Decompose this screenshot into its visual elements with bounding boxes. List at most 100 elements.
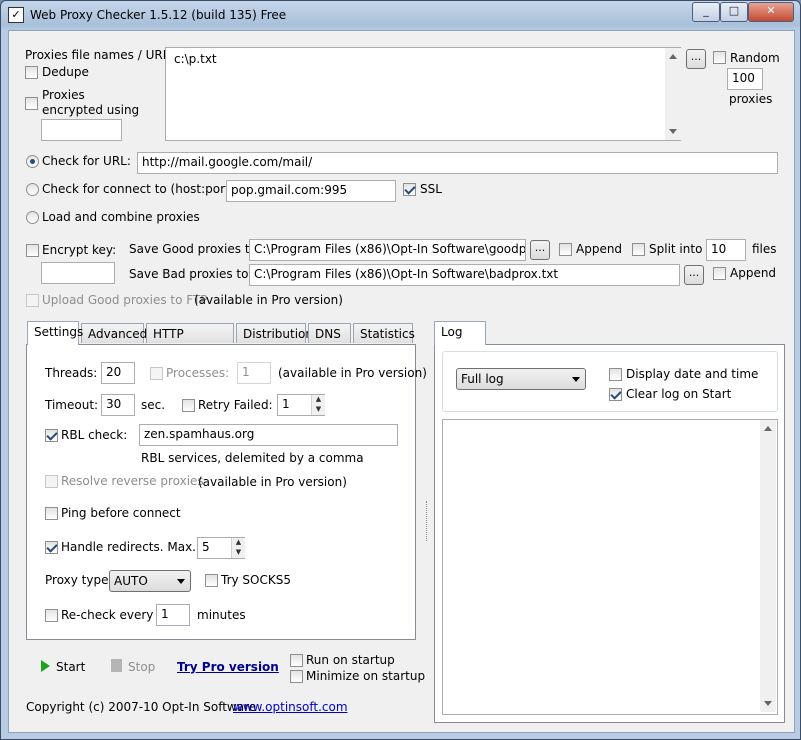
split-count-input[interactable]: 10 [706, 239, 746, 261]
tab-distribution[interactable]: Distribution [236, 323, 313, 343]
files-label: Proxies file names / URLs: [25, 48, 180, 62]
try-socks5-checkbox[interactable] [205, 574, 218, 587]
ssl-checkbox[interactable] [403, 183, 416, 196]
proxy-files-textarea[interactable]: c:\p.txt [165, 47, 681, 141]
handle-redirects-checkbox[interactable] [45, 541, 58, 554]
ssl-label: SSL [420, 182, 442, 196]
log-level-value: Full log [461, 372, 504, 386]
chevron-down-icon [177, 579, 185, 584]
rbl-check-label: RBL check: [61, 428, 128, 442]
window-title: Web Proxy Checker 1.5.12 (build 135) Fre… [30, 8, 287, 22]
encrypt-key-checkbox[interactable] [26, 244, 39, 257]
ping-checkbox[interactable] [45, 507, 58, 520]
dedupe-checkbox[interactable] [25, 66, 38, 79]
recheck-unit: minutes [197, 608, 246, 622]
tab-settings[interactable]: Settings [27, 321, 83, 345]
resolve-reverse-note: (available in Pro version) [198, 475, 347, 489]
maximize-button[interactable]: □ [720, 2, 748, 22]
save-bad-label: Save Bad proxies to: [129, 267, 253, 281]
tab-http-headers[interactable]: HTTP Headers [146, 323, 234, 361]
browse-good-button[interactable]: ... [530, 240, 550, 260]
rbl-check-checkbox[interactable] [45, 429, 58, 442]
timeout-input[interactable]: 30 [101, 394, 135, 416]
minimize-on-startup-checkbox[interactable] [290, 670, 303, 683]
random-checkbox[interactable] [713, 51, 726, 64]
save-good-label: Save Good proxies to: [129, 242, 261, 256]
encrypted-checkbox[interactable] [25, 97, 38, 110]
dedupe-label: Dedupe [42, 65, 89, 79]
proxy-type-value: AUTO [114, 574, 148, 588]
random-label: Random [730, 51, 780, 65]
append-good-checkbox[interactable] [559, 243, 572, 256]
title-bar[interactable]: ✓ Web Proxy Checker 1.5.12 (build 135) F… [1, 1, 800, 29]
tab-statistics[interactable]: Statistics [353, 323, 415, 343]
browse-bad-button[interactable]: ... [684, 265, 704, 285]
connect-host-input[interactable]: pop.gmail.com:995 [226, 180, 396, 202]
browse-files-button[interactable]: ... [686, 49, 706, 69]
log-level-select[interactable]: Full log [456, 368, 586, 390]
recheck-label: Re-check every [61, 608, 154, 622]
files-scrollbar[interactable] [665, 48, 681, 140]
resolve-reverse-label: Resolve reverse proxies [61, 474, 204, 488]
try-socks5-label: Try SOCKS5 [221, 573, 291, 587]
timeout-unit: sec. [141, 398, 166, 412]
splitter-grip[interactable] [426, 501, 430, 541]
upload-ftp-note: (available in Pro version) [194, 293, 343, 307]
run-on-startup-checkbox[interactable] [290, 654, 303, 667]
append-bad-label: Append [730, 266, 777, 280]
stop-icon[interactable] [111, 659, 122, 672]
check-connect-label: Check for connect to (host:port): [42, 182, 239, 196]
check-url-input[interactable]: http://mail.google.com/mail/ [137, 152, 778, 174]
rbl-services-input[interactable]: zen.spamhaus.org [139, 424, 398, 446]
proxy-type-label: Proxy type: [45, 573, 113, 587]
threads-input[interactable]: 20 [101, 362, 135, 384]
try-pro-link[interactable]: Try Pro version [177, 660, 279, 674]
copyright-text: Copyright (c) 2007-10 Opt-In Software [26, 700, 257, 714]
append-good-label: Append [576, 242, 623, 256]
display-datetime-label: Display date and time [626, 367, 759, 381]
run-on-startup-label: Run on startup [306, 653, 395, 667]
website-link[interactable]: www.optinsoft.com [233, 700, 348, 714]
clear-log-checkbox[interactable] [609, 388, 622, 401]
proxies-label: proxies [729, 92, 773, 106]
redirects-stepper[interactable]: ▲ ▼ [231, 538, 245, 558]
log-scrollbar[interactable] [760, 420, 776, 712]
recheck-interval-input[interactable]: 1 [156, 604, 190, 626]
proxy-type-select[interactable]: AUTO [109, 570, 191, 592]
minimize-button[interactable]: _ [692, 2, 720, 22]
start-button[interactable]: Start [56, 660, 85, 674]
append-bad-checkbox[interactable] [713, 267, 726, 280]
processes-note: (available in Pro version) [278, 366, 427, 380]
encryption-key-input[interactable] [41, 119, 122, 141]
tab-dns[interactable]: DNS [308, 323, 351, 343]
check-url-label: Check for URL: [42, 154, 131, 168]
processes-checkbox[interactable] [150, 367, 163, 380]
play-icon[interactable] [41, 660, 50, 672]
retry-stepper[interactable]: ▲ ▼ [311, 395, 325, 415]
upload-ftp-label: Upload Good proxies to FTP [42, 293, 208, 307]
display-datetime-checkbox[interactable] [609, 368, 622, 381]
retry-failed-checkbox[interactable] [182, 399, 195, 412]
recheck-checkbox[interactable] [45, 609, 58, 622]
settings-panel [26, 344, 416, 640]
save-good-input[interactable]: C:\Program Files (x86)\Opt-In Software\g… [249, 239, 526, 261]
stop-button[interactable]: Stop [128, 660, 155, 674]
load-combine-radio[interactable] [26, 211, 39, 224]
timeout-label: Timeout: [45, 398, 99, 412]
encrypt-key-input[interactable] [41, 262, 115, 284]
upload-ftp-checkbox[interactable] [26, 294, 39, 307]
random-count-input[interactable]: 100 [727, 68, 763, 90]
split-into-checkbox[interactable] [632, 243, 645, 256]
files-unit-label: files [752, 242, 777, 256]
save-bad-input[interactable]: C:\Program Files (x86)\Opt-In Software\b… [249, 264, 680, 286]
check-url-radio[interactable] [26, 155, 39, 168]
retry-failed-label: Retry Failed: [198, 398, 273, 412]
tab-log[interactable]: Log [434, 321, 486, 345]
chevron-down-icon [572, 377, 580, 382]
check-connect-radio[interactable] [26, 183, 39, 196]
log-output[interactable] [442, 419, 778, 715]
close-button[interactable]: ✕ [748, 2, 794, 22]
tab-advanced[interactable]: Advanced [81, 323, 147, 343]
processes-input[interactable]: 1 [237, 362, 271, 384]
resolve-reverse-checkbox[interactable] [45, 475, 58, 488]
